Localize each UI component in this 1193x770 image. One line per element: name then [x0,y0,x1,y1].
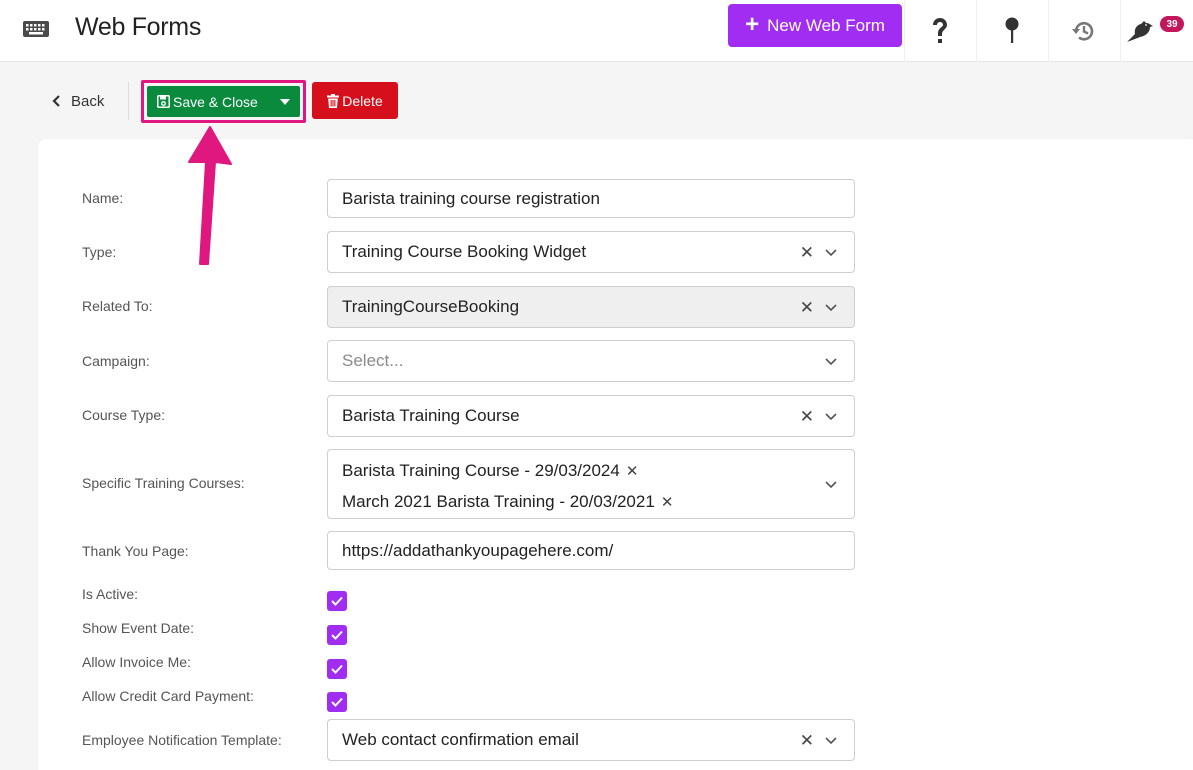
show-event-date-checkbox[interactable] [327,625,347,645]
chevron-down-icon[interactable] [824,409,838,423]
save-close-button[interactable]: Save & Close [147,86,270,117]
type-select[interactable]: Training Course Booking Widget ✕ [327,231,855,273]
save-highlight-box: Save & Close [141,80,306,123]
chevron-left-icon [52,95,60,107]
trash-icon [327,93,340,108]
type-label: Type: [82,244,117,260]
specific-courses-multiselect[interactable]: Barista Training Course - 29/03/2024 ✕ M… [327,449,855,519]
pin-button[interactable] [976,0,1046,62]
campaign-select[interactable]: Select... [327,340,855,382]
thank-you-page-input[interactable]: https://addathankyoupagehere.com/ [327,531,855,570]
delete-button[interactable]: Delete [312,82,398,119]
related-to-label: Related To: [82,298,153,314]
new-web-form-label: New Web Form [767,15,885,35]
name-input[interactable]: Barista training course registration [327,179,855,218]
course-tag: March 2021 Barista Training - 20/03/2021… [342,486,854,517]
campaign-label: Campaign: [82,353,150,369]
history-button[interactable] [1048,0,1118,62]
notification-badge: 39 [1160,16,1184,32]
name-label: Name: [82,190,124,206]
clear-icon[interactable]: ✕ [800,732,814,749]
employee-notification-value: Web contact confirmation email [342,730,579,749]
check-icon [331,664,343,674]
related-to-select[interactable]: TrainingCourseBooking ✕ [327,286,855,328]
employee-notification-label: Employee Notification Template: [82,732,282,748]
show-event-date-label: Show Event Date: [82,620,195,636]
check-icon [331,697,343,707]
is-active-checkbox[interactable] [327,591,347,611]
toolbar-divider [128,82,129,120]
new-web-form-button[interactable]: + New Web Form [728,4,902,47]
help-icon [932,18,947,43]
bird-icon [1127,21,1153,42]
course-tag-label: Barista Training Course - 29/03/2024 [342,460,620,480]
remove-tag-icon[interactable]: ✕ [626,462,639,480]
pin-icon [1005,17,1018,43]
clear-icon[interactable]: ✕ [800,299,814,316]
allow-invoice-me-checkbox[interactable] [327,659,347,679]
top-bar: Web Forms + New Web Form 39 [0,0,1193,62]
history-icon [1071,22,1093,41]
is-active-label: Is Active: [82,586,139,602]
save-close-label: Save & Close [173,93,258,110]
chevron-down-icon[interactable] [824,300,838,314]
course-tag: Barista Training Course - 29/03/2024 ✕ [342,455,854,486]
name-value: Barista training course registration [342,188,600,208]
delete-label: Delete [342,92,383,109]
plus-icon: + [745,10,760,38]
back-button[interactable]: Back [51,91,104,111]
course-type-select[interactable]: Barista Training Course ✕ [327,395,855,437]
course-type-value: Barista Training Course [342,406,520,425]
remove-tag-icon[interactable]: ✕ [661,493,674,511]
annotation-arrow [188,126,232,265]
keyboard-icon[interactable] [22,18,50,40]
chevron-down-icon[interactable] [824,733,838,747]
page-title: Web Forms [75,13,202,41]
check-icon [331,630,343,640]
related-to-value: TrainingCourseBooking [342,297,520,316]
employee-notification-select[interactable]: Web contact confirmation email ✕ [327,719,855,761]
allow-invoice-me-label: Allow Invoice Me: [82,654,191,670]
type-value: Training Course Booking Widget [342,242,587,261]
chevron-down-icon[interactable] [824,245,838,259]
specific-courses-label: Specific Training Courses: [82,475,245,491]
course-tag-label: March 2021 Barista Training - 20/03/2021 [342,491,655,511]
campaign-placeholder: Select... [342,351,404,370]
chevron-down-icon[interactable] [824,477,838,491]
chevron-down-icon[interactable] [824,354,838,368]
save-icon [157,95,170,108]
clear-icon[interactable]: ✕ [800,408,814,425]
check-icon [331,596,343,606]
help-button[interactable] [904,0,974,62]
allow-credit-card-checkbox[interactable] [327,692,347,712]
caret-down-icon [280,98,290,105]
course-type-label: Course Type: [82,407,166,423]
back-label: Back [71,92,105,110]
save-options-dropdown[interactable] [270,86,300,117]
allow-credit-card-label: Allow Credit Card Payment: [82,688,254,704]
thank-you-page-value: https://addathankyoupagehere.com/ [342,540,614,560]
clear-icon[interactable]: ✕ [800,244,814,261]
save-close-split-button: Save & Close [147,86,300,117]
thank-you-page-label: Thank You Page: [82,543,189,559]
